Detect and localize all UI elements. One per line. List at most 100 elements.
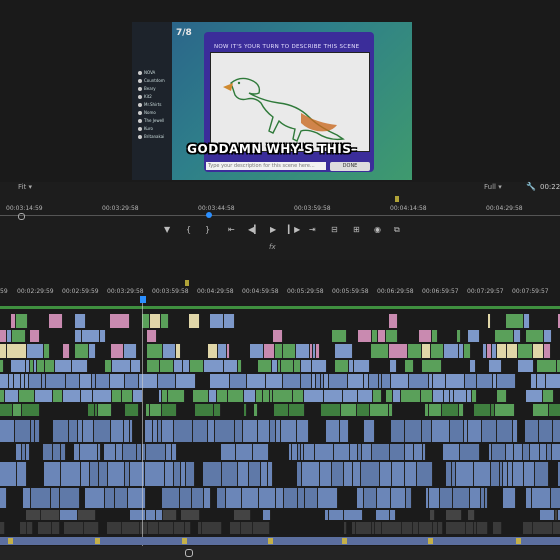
timeline-clip[interactable] bbox=[202, 522, 222, 534]
timeline-playhead[interactable] bbox=[140, 296, 146, 303]
timeline-clip[interactable] bbox=[238, 360, 242, 372]
timeline-clip[interactable] bbox=[29, 374, 42, 388]
timeline-clip[interactable] bbox=[344, 462, 353, 486]
timeline-clip[interactable] bbox=[218, 344, 227, 358]
timeline-scroll-track[interactable] bbox=[0, 537, 560, 545]
timeline-clip[interactable] bbox=[0, 522, 5, 534]
timeline-clip[interactable] bbox=[472, 390, 477, 402]
timeline-clip[interactable] bbox=[55, 360, 72, 372]
timeline-clip[interactable] bbox=[60, 488, 80, 508]
timeline-clip[interactable] bbox=[364, 420, 375, 442]
timeline-clip[interactable] bbox=[82, 330, 100, 342]
timeline-clip[interactable] bbox=[524, 462, 535, 486]
timeline-clip[interactable] bbox=[514, 444, 523, 460]
timeline-clip[interactable] bbox=[446, 374, 465, 388]
timeline-clip[interactable] bbox=[470, 360, 476, 372]
timeline-clip[interactable] bbox=[22, 404, 40, 416]
timeline-clip[interactable] bbox=[263, 390, 270, 402]
marker-flag[interactable] bbox=[268, 538, 273, 544]
timeline-clip[interactable] bbox=[537, 374, 546, 388]
timeline-clip[interactable] bbox=[305, 488, 318, 508]
timeline-clip[interactable] bbox=[532, 488, 551, 508]
timeline-clip[interactable] bbox=[203, 462, 222, 486]
timeline-clip[interactable] bbox=[553, 522, 560, 534]
timeline-clip[interactable] bbox=[417, 462, 433, 486]
timeline-clip[interactable] bbox=[0, 404, 13, 416]
timeline-clip[interactable] bbox=[446, 510, 462, 520]
timeline-clip[interactable] bbox=[373, 390, 382, 402]
timeline-clip[interactable] bbox=[460, 444, 480, 460]
timeline-clip[interactable] bbox=[96, 374, 110, 388]
timeline-clip[interactable] bbox=[16, 314, 28, 328]
timeline-clip[interactable] bbox=[247, 374, 266, 388]
timeline-clip[interactable] bbox=[380, 462, 392, 486]
wrench-icon[interactable]: 🔧 bbox=[526, 182, 536, 191]
timeline-clip[interactable] bbox=[320, 462, 332, 486]
timeline-clip[interactable] bbox=[495, 330, 514, 342]
timeline-clip[interactable] bbox=[503, 488, 516, 508]
timeline-clip[interactable] bbox=[63, 390, 81, 402]
timeline-clip[interactable] bbox=[274, 404, 289, 416]
timeline-clip[interactable] bbox=[186, 462, 195, 486]
timeline-clip[interactable] bbox=[552, 444, 560, 460]
zoom-scroll-handle[interactable] bbox=[185, 549, 193, 557]
timeline-clip[interactable] bbox=[160, 360, 174, 372]
done-button[interactable]: DONE bbox=[330, 162, 370, 171]
timeline-clip[interactable] bbox=[358, 390, 373, 402]
timeline-track[interactable] bbox=[0, 360, 560, 372]
timeline-clip[interactable] bbox=[261, 462, 268, 486]
timeline-clip[interactable] bbox=[335, 360, 349, 372]
timeline-clip[interactable] bbox=[35, 420, 40, 442]
timeline-clip[interactable] bbox=[525, 420, 539, 442]
timeline-clip[interactable] bbox=[116, 444, 123, 460]
timeline-clip[interactable] bbox=[371, 344, 389, 358]
timeline-clip[interactable] bbox=[382, 522, 402, 534]
timeline-clip[interactable] bbox=[209, 390, 217, 402]
timeline-clip[interactable] bbox=[294, 360, 301, 372]
timeline-clip[interactable] bbox=[147, 360, 160, 372]
timeline-clip[interactable] bbox=[174, 420, 193, 442]
timeline-clip[interactable] bbox=[497, 390, 507, 402]
timeline-clip[interactable] bbox=[108, 462, 125, 486]
timeline-clip[interactable] bbox=[533, 344, 544, 358]
timeline-clip[interactable] bbox=[156, 510, 163, 520]
timeline-clip[interactable] bbox=[195, 404, 214, 416]
timeline-clip[interactable] bbox=[443, 444, 460, 460]
timeline-clip[interactable] bbox=[235, 420, 243, 442]
timeline-clip[interactable] bbox=[224, 314, 235, 328]
timeline-clip[interactable] bbox=[243, 420, 258, 442]
timeline-clip[interactable] bbox=[423, 444, 426, 460]
timeline-clip[interactable] bbox=[551, 488, 560, 508]
timeline-clip[interactable] bbox=[497, 344, 507, 358]
timeline-clip[interactable] bbox=[350, 444, 358, 460]
marker-flag[interactable] bbox=[516, 538, 521, 544]
timeline-clip[interactable] bbox=[268, 462, 273, 486]
timeline-clip[interactable] bbox=[125, 404, 139, 416]
timeline-clip[interactable] bbox=[284, 488, 298, 508]
timeline-clip[interactable] bbox=[422, 344, 431, 358]
timeline-clip[interactable] bbox=[176, 374, 196, 388]
timeline-clip[interactable] bbox=[60, 510, 78, 520]
timeline-clip[interactable] bbox=[341, 404, 357, 416]
timeline-clip[interactable] bbox=[0, 374, 9, 388]
description-input[interactable]: Type your description for this scene her… bbox=[206, 162, 326, 170]
timeline-clip[interactable] bbox=[27, 522, 33, 534]
timeline-clip[interactable] bbox=[250, 344, 264, 358]
timeline-clip[interactable] bbox=[389, 344, 408, 358]
timeline-clip[interactable] bbox=[242, 488, 259, 508]
timeline-clip[interactable] bbox=[297, 420, 309, 442]
timeline-clip[interactable] bbox=[361, 462, 380, 486]
marker-flag[interactable] bbox=[342, 538, 347, 544]
timeline-clip[interactable] bbox=[37, 360, 45, 372]
work-area-bar[interactable] bbox=[0, 306, 560, 309]
go-to-in-icon[interactable]: ⇤ bbox=[228, 225, 235, 234]
timeline-clip[interactable] bbox=[90, 462, 99, 486]
timeline-clip[interactable] bbox=[142, 314, 150, 328]
timeline-clip[interactable] bbox=[222, 462, 238, 486]
timeline-clip[interactable] bbox=[364, 488, 377, 508]
timeline-clip[interactable] bbox=[228, 390, 244, 402]
timeline-clip[interactable] bbox=[0, 344, 7, 358]
timeline-clip[interactable] bbox=[453, 488, 470, 508]
timeline-clip[interactable] bbox=[419, 330, 432, 342]
timeline-clip[interactable] bbox=[111, 344, 124, 358]
